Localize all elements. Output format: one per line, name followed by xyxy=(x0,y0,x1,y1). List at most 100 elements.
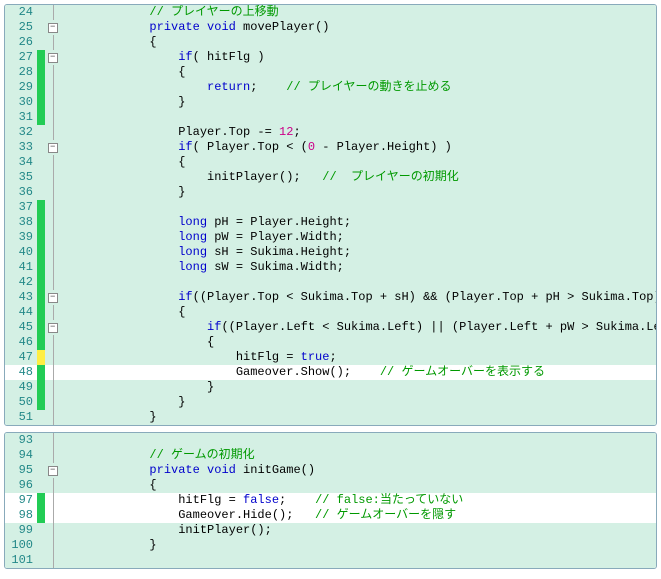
change-marker xyxy=(37,215,45,230)
code-line[interactable]: 30 } xyxy=(5,95,656,110)
change-marker xyxy=(37,365,45,380)
code-line[interactable]: 39 long pW = Player.Width; xyxy=(5,230,656,245)
code-line[interactable]: 33 if( Player.Top < (0 - Player.Height) … xyxy=(5,140,656,155)
code-text[interactable]: { xyxy=(63,335,656,350)
code-text[interactable] xyxy=(63,200,656,215)
code-text[interactable]: long pH = Player.Height; xyxy=(63,215,656,230)
code-line[interactable]: 45 if((Player.Left < Sukima.Left) || (Pl… xyxy=(5,320,656,335)
fold-guide xyxy=(45,380,63,395)
code-text[interactable] xyxy=(63,275,656,290)
code-text[interactable]: // プレイヤーの上移動 xyxy=(63,5,656,20)
code-line[interactable]: 50 } xyxy=(5,395,656,410)
code-text[interactable]: // ゲームの初期化 xyxy=(63,448,656,463)
code-line[interactable]: 25 private void movePlayer() xyxy=(5,20,656,35)
line-number: 49 xyxy=(5,380,37,395)
code-text[interactable]: { xyxy=(63,478,656,493)
code-text[interactable]: Player.Top -= 12; xyxy=(63,125,656,140)
code-line[interactable]: 101 xyxy=(5,553,656,568)
code-line[interactable]: 32 Player.Top -= 12; xyxy=(5,125,656,140)
line-number: 24 xyxy=(5,5,37,20)
code-text[interactable]: long sH = Sukima.Height; xyxy=(63,245,656,260)
code-text[interactable]: long sW = Sukima.Width; xyxy=(63,260,656,275)
fold-toggle-icon[interactable] xyxy=(45,463,63,478)
code-text[interactable]: long pW = Player.Width; xyxy=(63,230,656,245)
fold-guide xyxy=(45,350,63,365)
code-line[interactable]: 95 private void initGame() xyxy=(5,463,656,478)
code-line[interactable]: 34 { xyxy=(5,155,656,170)
line-number: 97 xyxy=(5,493,37,508)
code-text[interactable]: } xyxy=(63,380,656,395)
line-number: 101 xyxy=(5,553,37,568)
line-number: 45 xyxy=(5,320,37,335)
fold-toggle-icon[interactable] xyxy=(45,290,63,305)
code-text[interactable]: initPlayer(); xyxy=(63,523,656,538)
code-line[interactable]: 98 Gameover.Hide(); // ゲームオーバーを隠す xyxy=(5,508,656,523)
code-text[interactable]: Gameover.Show(); // ゲームオーバーを表示する xyxy=(63,365,656,380)
code-line[interactable]: 36 } xyxy=(5,185,656,200)
code-line[interactable]: 99 initPlayer(); xyxy=(5,523,656,538)
fold-toggle-icon[interactable] xyxy=(45,20,63,35)
code-line[interactable]: 43 if((Player.Top < Sukima.Top + sH) && … xyxy=(5,290,656,305)
code-line[interactable]: 40 long sH = Sukima.Height; xyxy=(5,245,656,260)
line-number: 31 xyxy=(5,110,37,125)
code-line[interactable]: 41 long sW = Sukima.Width; xyxy=(5,260,656,275)
code-text[interactable]: if( Player.Top < (0 - Player.Height) ) xyxy=(63,140,656,155)
code-text[interactable]: { xyxy=(63,155,656,170)
code-text[interactable]: { xyxy=(63,305,656,320)
fold-toggle-icon[interactable] xyxy=(45,320,63,335)
code-line[interactable]: 48 Gameover.Show(); // ゲームオーバーを表示する xyxy=(5,365,656,380)
code-text[interactable]: Gameover.Hide(); // ゲームオーバーを隠す xyxy=(63,508,656,523)
code-line[interactable]: 42 xyxy=(5,275,656,290)
code-text[interactable]: } xyxy=(63,395,656,410)
code-text[interactable] xyxy=(63,110,656,125)
line-number: 35 xyxy=(5,170,37,185)
code-text[interactable]: return; // プレイヤーの動きを止める xyxy=(63,80,656,95)
fold-guide xyxy=(45,80,63,95)
code-text[interactable]: private void movePlayer() xyxy=(63,20,656,35)
fold-guide xyxy=(45,538,63,553)
code-line[interactable]: 24 // プレイヤーの上移動 xyxy=(5,5,656,20)
code-line[interactable]: 26 { xyxy=(5,35,656,50)
line-number: 34 xyxy=(5,155,37,170)
code-text[interactable] xyxy=(63,433,656,448)
code-text[interactable]: private void initGame() xyxy=(63,463,656,478)
code-text[interactable]: { xyxy=(63,65,656,80)
fold-toggle-icon[interactable] xyxy=(45,140,63,155)
code-line[interactable]: 46 { xyxy=(5,335,656,350)
code-text[interactable]: } xyxy=(63,95,656,110)
code-line[interactable]: 27 if( hitFlg ) xyxy=(5,50,656,65)
code-text[interactable]: } xyxy=(63,538,656,553)
code-line[interactable]: 94 // ゲームの初期化 xyxy=(5,448,656,463)
code-text[interactable]: if((Player.Left < Sukima.Left) || (Playe… xyxy=(63,320,656,335)
code-line[interactable]: 37 xyxy=(5,200,656,215)
code-line[interactable]: 93 xyxy=(5,433,656,448)
code-text[interactable]: initPlayer(); // プレイヤーの初期化 xyxy=(63,170,656,185)
code-line[interactable]: 49 } xyxy=(5,380,656,395)
code-text[interactable]: } xyxy=(63,410,656,425)
code-line[interactable]: 96 { xyxy=(5,478,656,493)
code-text[interactable]: hitFlg = false; // false:当たっていない xyxy=(63,493,656,508)
code-text[interactable]: hitFlg = true; xyxy=(63,350,656,365)
code-text[interactable]: if((Player.Top < Sukima.Top + sH) && (Pl… xyxy=(63,290,656,305)
code-line[interactable]: 31 xyxy=(5,110,656,125)
code-text[interactable]: { xyxy=(63,35,656,50)
code-block-1: 24 // プレイヤーの上移動25 private void movePlaye… xyxy=(4,4,657,426)
code-line[interactable]: 28 { xyxy=(5,65,656,80)
code-line[interactable]: 29 return; // プレイヤーの動きを止める xyxy=(5,80,656,95)
code-line[interactable]: 100 } xyxy=(5,538,656,553)
code-text[interactable]: } xyxy=(63,185,656,200)
code-line[interactable]: 38 long pH = Player.Height; xyxy=(5,215,656,230)
code-line[interactable]: 47 hitFlg = true; xyxy=(5,350,656,365)
code-line[interactable]: 97 hitFlg = false; // false:当たっていない xyxy=(5,493,656,508)
code-line[interactable]: 51 } xyxy=(5,410,656,425)
code-line[interactable]: 44 { xyxy=(5,305,656,320)
fold-guide xyxy=(45,200,63,215)
fold-toggle-icon[interactable] xyxy=(45,50,63,65)
code-text[interactable]: if( hitFlg ) xyxy=(63,50,656,65)
code-text[interactable] xyxy=(63,553,656,568)
code-line[interactable]: 35 initPlayer(); // プレイヤーの初期化 xyxy=(5,170,656,185)
fold-guide xyxy=(45,493,63,508)
change-marker xyxy=(37,538,45,553)
line-number: 94 xyxy=(5,448,37,463)
line-number: 32 xyxy=(5,125,37,140)
